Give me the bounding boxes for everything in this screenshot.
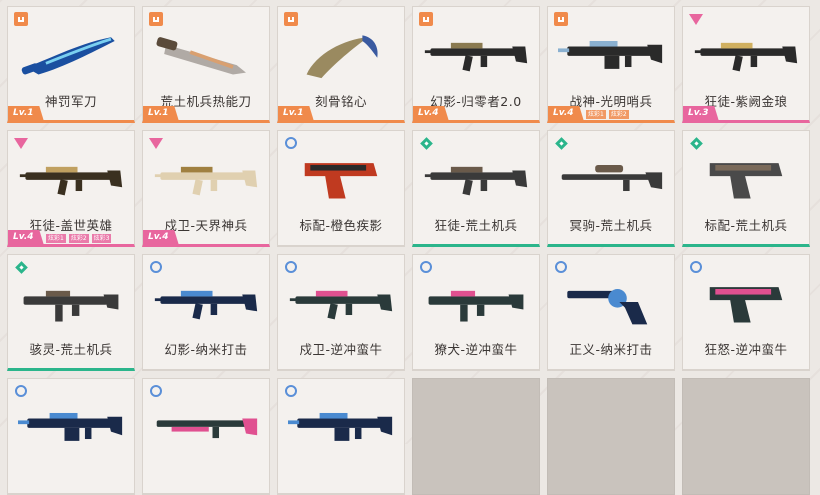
rarity-orange-icon [554, 12, 568, 26]
rifle-icon [288, 273, 394, 331]
machine-gun-icon [18, 397, 124, 455]
weapon-skin-name: 标配-荒土机兵 [704, 218, 788, 233]
rarity-blue-icon [284, 384, 298, 398]
rarity-orange-icon [14, 12, 28, 26]
rarity-green-icon [689, 136, 703, 150]
sniper-icon [558, 149, 664, 207]
rarity-green-icon [419, 136, 433, 150]
weapon-skin-card[interactable]: 战神-光明哨兵 Lv.4 炫彩1 炫彩2 [547, 6, 675, 123]
machete-icon [153, 25, 259, 83]
rarity-blue-icon [14, 384, 28, 398]
weapon-skin-name: 标配-橙色疾影 [299, 218, 383, 233]
weapon-skin-card[interactable]: 狂徒-紫阙金琅 Lv.3 [682, 6, 810, 123]
rarity-blue-icon [284, 136, 298, 150]
variant-tag: 炫彩1 [46, 234, 66, 243]
weapon-skin-card[interactable]: 冥驹-荒土机兵 [547, 130, 675, 247]
weapon-skin-card[interactable]: 戍卫-逆冲蛮牛 [277, 254, 405, 371]
weapon-skin-card[interactable] [142, 378, 270, 495]
weapon-skin-card[interactable]: 正义-纳米打击 [547, 254, 675, 371]
weapon-skin-name: 獠犬-逆冲蛮牛 [434, 342, 518, 357]
level-badge: Lv.1 [278, 106, 314, 120]
rarity-pink-icon [14, 136, 28, 150]
level-badge: Lv.1 [143, 106, 179, 120]
weapon-skin-card[interactable]: 刻骨铭心 Lv.1 [277, 6, 405, 123]
rifle-icon [153, 149, 259, 207]
rarity-pink-icon [689, 12, 703, 26]
rarity-green-icon [554, 136, 568, 150]
weapon-skin-card[interactable]: 骇灵-荒土机兵 [7, 254, 135, 371]
variant-tags: 炫彩1 炫彩2 [586, 110, 629, 119]
pistol-icon [288, 149, 394, 207]
weapon-skin-name: 正义-纳米打击 [569, 342, 653, 357]
shotgun-icon [153, 397, 259, 455]
rifle-icon [423, 25, 529, 83]
weapon-skin-name: 狂怒-逆冲蛮牛 [704, 342, 788, 357]
weapon-skin-name: 狂徒-荒土机兵 [434, 218, 518, 233]
empty-slot[interactable] [547, 378, 675, 495]
rarity-blue-icon [149, 260, 163, 274]
rifle-icon [18, 149, 124, 207]
machine-gun-icon [558, 25, 664, 83]
rifle-icon [693, 25, 799, 83]
rarity-orange-icon [149, 12, 163, 26]
rarity-green-icon [14, 260, 28, 274]
rarity-blue-icon [284, 260, 298, 274]
level-badge: Lv.4 [143, 230, 179, 244]
rarity-blue-icon [689, 260, 703, 274]
variant-tag: 炫彩2 [608, 110, 629, 119]
pistol-icon [693, 149, 799, 207]
level-badge: Lv.1 [8, 106, 44, 120]
rifle-icon [153, 273, 259, 331]
revolver-icon [558, 273, 664, 331]
weapon-skin-card[interactable]: 狂怒-逆冲蛮牛 [682, 254, 810, 371]
weapon-skin-card[interactable]: 戍卫-天界神兵 Lv.4 [142, 130, 270, 247]
variant-tags: 炫彩1 炫彩2 炫彩3 [46, 234, 112, 243]
pistol-icon [693, 273, 799, 331]
rarity-blue-icon [419, 260, 433, 274]
weapon-skin-name: 幻影-纳米打击 [164, 342, 248, 357]
rarity-orange-icon [284, 12, 298, 26]
weapon-skin-name: 骇灵-荒土机兵 [29, 342, 113, 357]
variant-tag: 炫彩3 [91, 234, 112, 243]
weapon-skin-card[interactable]: 标配-荒土机兵 [682, 130, 810, 247]
variant-tag: 炫彩1 [586, 110, 606, 119]
weapon-skin-card[interactable] [277, 378, 405, 495]
rarity-pink-icon [149, 136, 163, 150]
empty-slot[interactable] [412, 378, 540, 495]
rarity-blue-icon [149, 384, 163, 398]
empty-slot[interactable] [682, 378, 810, 495]
weapon-skin-name: 戍卫-逆冲蛮牛 [299, 342, 383, 357]
rifle-icon [423, 149, 529, 207]
karambit-icon [288, 25, 394, 83]
weapon-skin-card[interactable]: 狂徒-荒土机兵 [412, 130, 540, 247]
smg-icon [423, 273, 529, 331]
weapon-skin-card[interactable] [7, 378, 135, 495]
weapon-skin-card[interactable]: 标配-橙色疾影 [277, 130, 405, 247]
weapon-skin-card[interactable]: 幻影-归零者2.0 Lv.4 [412, 6, 540, 123]
level-badge: Lv.4 [413, 106, 449, 120]
weapon-skin-grid: 神罚军刀 Lv.1 荒土机兵热能刀 Lv.1 刻骨铭心 Lv.1 幻影-归零者2.0 Lv.4… [7, 6, 810, 495]
level-badge: Lv.4 [548, 106, 584, 120]
rarity-blue-icon [554, 260, 568, 274]
weapon-skin-card[interactable]: 荒土机兵热能刀 Lv.1 [142, 6, 270, 123]
rarity-orange-icon [419, 12, 433, 26]
machine-gun-icon [288, 397, 394, 455]
weapon-skin-card[interactable]: 獠犬-逆冲蛮牛 [412, 254, 540, 371]
weapon-skin-name: 冥驹-荒土机兵 [569, 218, 653, 233]
weapon-skin-card[interactable]: 神罚军刀 Lv.1 [7, 6, 135, 123]
weapon-skin-card[interactable]: 幻影-纳米打击 [142, 254, 270, 371]
smg-icon [18, 273, 124, 331]
level-badge: Lv.4 [8, 230, 44, 244]
level-badge: Lv.3 [683, 106, 719, 120]
weapon-skin-card[interactable]: 狂徒-盖世英雄 Lv.4 炫彩1 炫彩2 炫彩3 [7, 130, 135, 247]
knife-icon [18, 25, 124, 83]
variant-tag: 炫彩2 [68, 234, 89, 243]
